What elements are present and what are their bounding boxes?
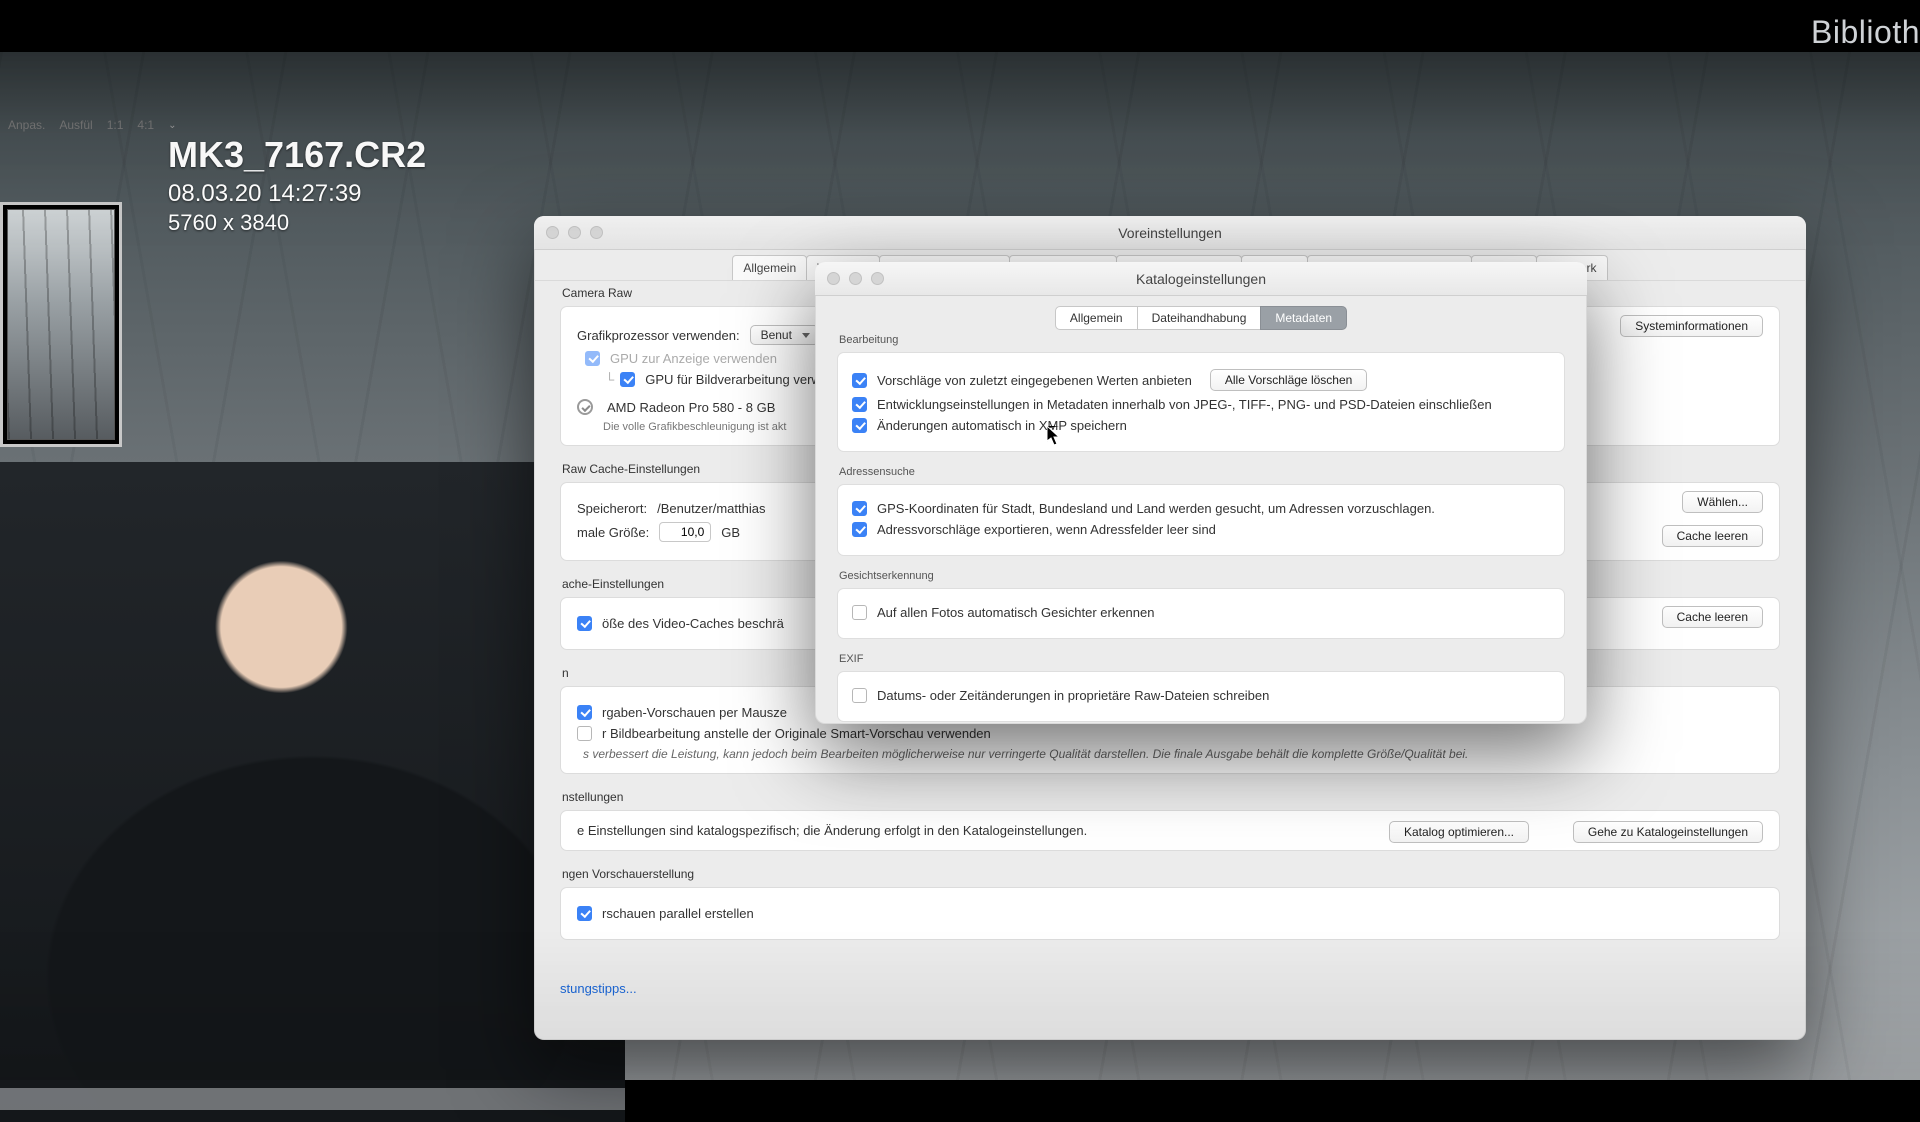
gpu-select[interactable]: Benut	[750, 325, 819, 345]
exif-write-checkbox[interactable]	[852, 688, 867, 703]
auto-xmp-label: Änderungen automatisch in XMP speichern	[877, 418, 1127, 433]
video-cache-limit-label: öße des Video-Caches beschrä	[602, 616, 784, 631]
raw-cache-size-label: male Größe:	[577, 525, 649, 540]
zoom-icon[interactable]	[871, 272, 884, 285]
gpu-model: AMD Radeon Pro 580 - 8 GB	[607, 400, 775, 415]
preview-parallel-label: rschauen parallel erstellen	[602, 906, 754, 921]
preview-smart-note: s verbessert die Leistung, kann jedoch b…	[583, 747, 1763, 761]
gpu-display-label: GPU zur Anzeige verwenden	[610, 351, 777, 366]
exif-write-label: Datums- oder Zeitänderungen in proprietä…	[877, 688, 1269, 703]
suggest-values-checkbox[interactable]	[852, 373, 867, 388]
zoom-fit[interactable]: Anpas.	[8, 118, 45, 132]
gpu-label: Grafikprozessor verwenden:	[577, 328, 740, 343]
gpu-display-checkbox	[585, 351, 600, 366]
face-detect-checkbox[interactable]	[852, 605, 867, 620]
catalog-titlebar[interactable]: Katalogeinstellungen	[815, 262, 1587, 296]
dev-in-metadata-label: Entwicklungseinstellungen in Metadaten i…	[877, 397, 1492, 412]
raw-cache-choose-button[interactable]: Wählen...	[1682, 491, 1763, 513]
cat-address-heading: Adressensuche	[839, 466, 1565, 478]
file-dimensions: 5760 x 3840	[168, 210, 426, 236]
raw-cache-size-unit: GB	[721, 525, 740, 540]
webcam-overlay	[0, 462, 625, 1122]
gpu-process-checkbox[interactable]	[620, 372, 635, 387]
minimize-icon[interactable]	[849, 272, 862, 285]
prefs-titlebar[interactable]: Voreinstellungen	[534, 216, 1806, 250]
raw-cache-loc-label: Speicherort:	[577, 501, 647, 516]
cat-face-heading: Gesichtserkennung	[839, 570, 1565, 582]
module-label[interactable]: Biblioth	[1811, 14, 1920, 51]
video-cache-limit-checkbox[interactable]	[577, 616, 592, 631]
auto-xmp-checkbox[interactable]	[852, 418, 867, 433]
catalog-optimize-button[interactable]: Katalog optimieren...	[1389, 821, 1529, 843]
performance-tips-link[interactable]: stungstipps...	[560, 981, 637, 996]
export-address-checkbox[interactable]	[852, 522, 867, 537]
cat-editing-heading: Bearbeitung	[839, 334, 1565, 346]
catalog-segmented: Allgemein Dateihandhabung Metadaten	[815, 306, 1587, 330]
zoom-4-1[interactable]: 4:1	[137, 118, 154, 132]
dev-in-metadata-checkbox[interactable]	[852, 397, 867, 412]
preview-smart-label: r Bildbearbeitung anstelle der Originale…	[602, 726, 991, 741]
section-catalog-settings: nstellungen	[562, 790, 1780, 804]
video-cache-clear-button[interactable]: Cache leeren	[1662, 606, 1763, 628]
catalog-title: Katalogeinstellungen	[1136, 271, 1266, 287]
preview-hover-checkbox[interactable]	[577, 705, 592, 720]
zoom-strip: Anpas. Ausfül 1:1 4:1 ⌄	[8, 115, 176, 135]
minimize-icon[interactable]	[568, 226, 581, 239]
preview-parallel-checkbox[interactable]	[577, 906, 592, 921]
gps-lookup-label: GPS-Koordinaten für Stadt, Bundesland un…	[877, 501, 1435, 516]
file-info-overlay: MK3_7167.CR2 08.03.20 14:27:39 5760 x 38…	[168, 134, 426, 236]
photo-backdrop: Anpas. Ausfül 1:1 4:1 ⌄ MK3_7167.CR2 08.…	[0, 52, 1920, 1080]
raw-cache-loc-value: /Benutzer/matthias	[657, 501, 765, 516]
gps-lookup-checkbox[interactable]	[852, 501, 867, 516]
gpu-process-label: GPU für Bildverarbeitung verwe	[645, 372, 828, 387]
close-icon[interactable]	[827, 272, 840, 285]
close-icon[interactable]	[546, 226, 559, 239]
seg-allgemein[interactable]: Allgemein	[1055, 306, 1138, 330]
raw-cache-size-input[interactable]	[659, 522, 711, 542]
file-date: 08.03.20 14:27:39	[168, 180, 426, 208]
export-address-label: Adressvorschläge exportieren, wenn Adres…	[877, 522, 1216, 537]
raw-cache-clear-button[interactable]: Cache leeren	[1662, 525, 1763, 547]
seg-metadaten[interactable]: Metadaten	[1260, 306, 1347, 330]
seg-dateihandhabung[interactable]: Dateihandhabung	[1137, 306, 1262, 330]
zoom-fill[interactable]: Ausfül	[59, 118, 92, 132]
navigator-thumbnail[interactable]	[0, 202, 122, 447]
face-detect-label: Auf allen Fotos automatisch Gesichter er…	[877, 605, 1154, 620]
preview-smart-checkbox[interactable]	[577, 726, 592, 741]
catalog-settings-text: e Einstellungen sind katalogspezifisch; …	[577, 823, 1087, 838]
tab-allgemein[interactable]: Allgemein	[732, 255, 807, 280]
catalog-settings-window: Katalogeinstellungen Allgemein Dateihand…	[815, 262, 1587, 724]
preview-hover-label: rgaben-Vorschauen per Mausze	[602, 705, 787, 720]
suggest-values-label: Vorschläge von zuletzt eingegebenen Wert…	[877, 373, 1192, 388]
file-name: MK3_7167.CR2	[168, 134, 426, 176]
prefs-title: Voreinstellungen	[1118, 225, 1222, 241]
menubar: Biblioth	[0, 0, 1920, 52]
cat-exif-heading: EXIF	[839, 653, 1565, 665]
section-preview-gen: ngen Vorschauerstellung	[562, 867, 1780, 881]
zoom-icon[interactable]	[590, 226, 603, 239]
cursor-icon	[1047, 426, 1061, 446]
gpu-status-ok-icon	[577, 399, 593, 415]
clear-suggestions-button[interactable]: Alle Vorschläge löschen	[1210, 369, 1367, 391]
zoom-menu-chevron-icon[interactable]: ⌄	[168, 120, 176, 131]
goto-catalog-settings-button[interactable]: Gehe zu Katalogeinstellungen	[1573, 821, 1763, 843]
system-info-button[interactable]: Systeminformationen	[1620, 315, 1763, 337]
zoom-1-1[interactable]: 1:1	[107, 118, 124, 132]
